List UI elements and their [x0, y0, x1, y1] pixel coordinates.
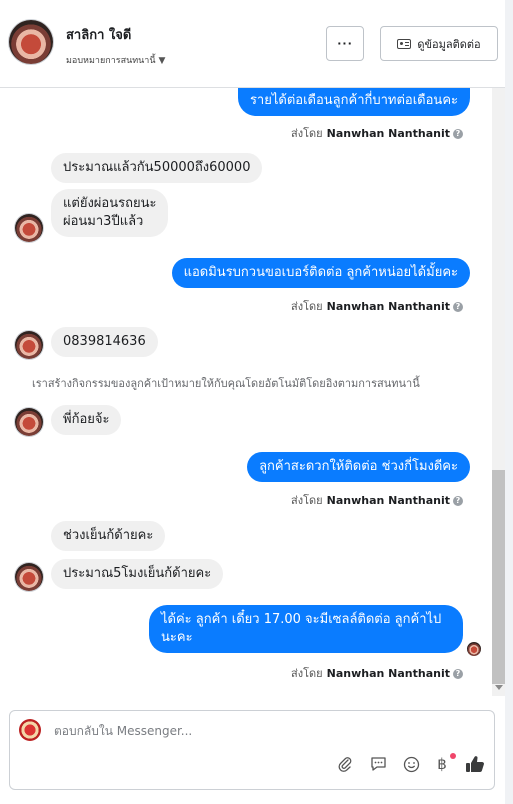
sender-name: Nanwhan Nanthanit — [326, 667, 450, 680]
page-avatar — [19, 719, 41, 741]
message-outgoing[interactable]: รายได้ต่อเดือนลูกค้ากี่บาทต่อเดือนคะ — [237, 88, 470, 116]
assign-conversation-dropdown[interactable]: มอบหมายการสนทนานี้ ▼ — [66, 53, 165, 67]
message-outgoing[interactable]: ได้ค่ะ ลูกค้า เดี๋ยว 17.00 จะมีเซลล์ติดต… — [149, 605, 463, 653]
help-icon[interactable]: ? — [453, 496, 463, 506]
message-incoming[interactable]: ประมาณแล้วกัน50000ถึง60000 — [51, 153, 263, 183]
notification-dot — [450, 753, 456, 759]
more-dots-icon: ··· — [337, 37, 353, 50]
message-text: พี่ก้อยจ้ะ — [63, 412, 110, 427]
message-incoming[interactable]: 0839814636 — [51, 327, 158, 357]
paperclip-icon[interactable] — [335, 754, 355, 774]
speech-bubble-icon[interactable] — [368, 754, 388, 774]
scrollbar-thumb[interactable] — [492, 470, 505, 684]
sender-prefix: ส่งโดย — [291, 667, 323, 680]
contact-card-icon — [397, 38, 412, 49]
message-incoming[interactable]: พี่ก้อยจ้ะ — [51, 405, 122, 435]
window-edge — [505, 0, 513, 804]
contact-avatar-small — [15, 563, 43, 591]
help-icon[interactable]: ? — [453, 302, 463, 312]
thumbs-up-icon[interactable] — [465, 754, 485, 774]
help-icon[interactable]: ? — [453, 129, 463, 139]
sender-label: ส่งโดย Nanwhan Nanthanit? — [291, 491, 463, 509]
message-text: แอดมินรบกวนขอเบอร์ติดต่อ ลูกค้าหน่อยได้ม… — [183, 265, 458, 280]
sender-name: Nanwhan Nanthanit — [326, 494, 450, 507]
sender-prefix: ส่งโดย — [291, 127, 323, 140]
smiley-icon[interactable] — [401, 754, 421, 774]
contact-avatar-small — [15, 214, 43, 242]
message-text-line: ได้ค่ะ ลูกค้า เดี๋ยว 17.00 จะมีเซลล์ติดต… — [161, 612, 442, 627]
view-contact-info-button[interactable]: ดูข้อมูลติดต่อ — [380, 26, 498, 61]
message-outgoing[interactable]: ลูกค้าสะดวกให้ติดต่อ ช่วงกี่โมงดีคะ — [247, 452, 470, 482]
message-text: 0839814636 — [63, 334, 146, 349]
sender-name: Nanwhan Nanthanit — [326, 300, 450, 313]
message-text-line: นะคะ — [161, 630, 193, 645]
message-incoming[interactable]: ประมาณ5โมงเย็นก้ด้ายคะ — [51, 559, 224, 589]
sender-prefix: ส่งโดย — [291, 494, 323, 507]
message-composer[interactable] — [9, 710, 495, 790]
sender-name: Nanwhan Nanthanit — [326, 127, 450, 140]
contact-info-label: ดูข้อมูลติดต่อ — [417, 37, 481, 51]
message-incoming[interactable]: แต่ยังผ่อนรถยนะ ผ่อนมา3ปีแล้ว — [51, 189, 169, 237]
system-note: เราสร้างกิจกรรมของลูกค้าเป้าหมายให้กับคุ… — [32, 377, 420, 390]
caret-down-icon: ▼ — [158, 56, 166, 66]
message-text: ประมาณแล้วกัน50000ถึง60000 — [63, 160, 251, 175]
message-text: รายได้ต่อเดือนลูกค้ากี่บาทต่อเดือนคะ — [249, 93, 458, 108]
message-outgoing[interactable]: แอดมินรบกวนขอเบอร์ติดต่อ ลูกค้าหน่อยได้ม… — [171, 258, 470, 288]
message-text-line: แต่ยังผ่อนรถยนะ — [63, 196, 157, 211]
contact-avatar-small — [15, 331, 43, 359]
message-text: ประมาณ5โมงเย็นก้ด้ายคะ — [63, 566, 212, 581]
contact-avatar[interactable] — [9, 20, 53, 64]
message-text-line: ผ่อนมา3ปีแล้ว — [63, 214, 144, 229]
baht-icon[interactable]: ฿ — [432, 754, 452, 774]
message-text: ช่วงเย็นก้ด้ายคะ — [63, 528, 154, 543]
sender-label: ส่งโดย Nanwhan Nanthanit? — [291, 297, 463, 315]
message-incoming[interactable]: ช่วงเย็นก้ด้ายคะ — [51, 521, 166, 551]
conversation-header: สาลิกา ใจดี มอบหมายการสนทนานี้ ▼ ··· ดูข้… — [0, 0, 507, 88]
sender-label: ส่งโดย Nanwhan Nanthanit? — [291, 124, 463, 142]
reply-input[interactable] — [54, 724, 454, 738]
assign-label: มอบหมายการสนทนานี้ — [66, 56, 156, 66]
contact-name[interactable]: สาลิกา ใจดี — [66, 24, 131, 45]
contact-avatar-small — [15, 408, 43, 436]
scroll-down-arrow-icon[interactable] — [495, 685, 503, 690]
more-options-button[interactable]: ··· — [326, 26, 364, 61]
sender-prefix: ส่งโดย — [291, 300, 323, 313]
seen-indicator-avatar — [467, 642, 481, 656]
message-text: ลูกค้าสะดวกให้ติดต่อ ช่วงกี่โมงดีคะ — [259, 459, 458, 474]
sender-label: ส่งโดย Nanwhan Nanthanit? — [291, 664, 463, 682]
help-icon[interactable]: ? — [453, 669, 463, 679]
